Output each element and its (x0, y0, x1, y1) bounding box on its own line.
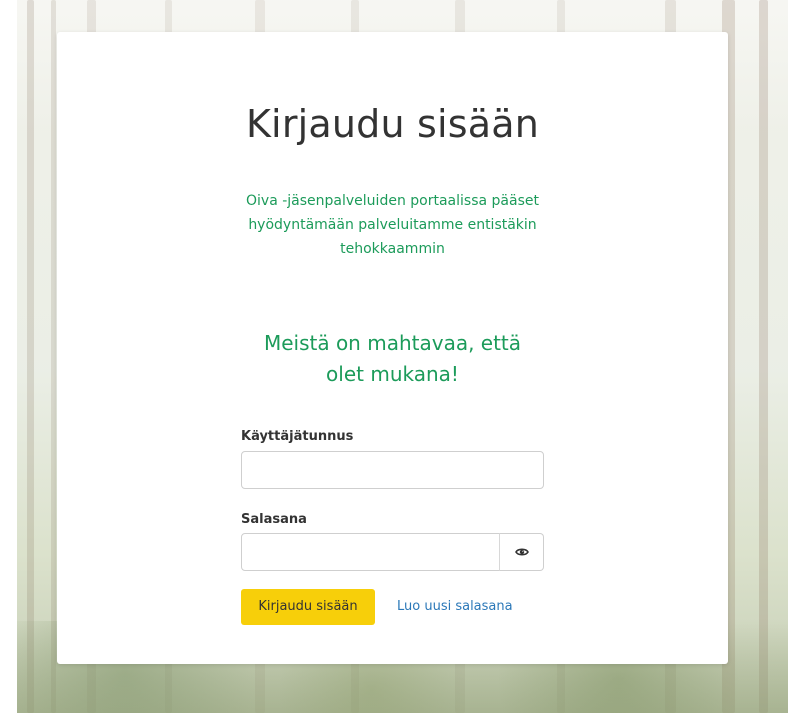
eye-icon (514, 548, 529, 556)
login-card: Kirjaudu sisään Oiva -jäsenpalveluiden p… (57, 32, 728, 664)
reset-password-link[interactable]: Luo uusi salasana (397, 598, 513, 616)
page-title: Kirjaudu sisään (245, 102, 540, 147)
username-input[interactable] (241, 451, 544, 489)
password-label: Salasana (241, 512, 307, 527)
tree-trunk (51, 0, 56, 713)
show-password-button[interactable] (499, 533, 544, 571)
welcome-message: Meistä on mahtavaa, että olet mukana! (263, 331, 522, 386)
username-label: Käyttäjätunnus (241, 429, 354, 444)
password-input[interactable] (241, 533, 500, 571)
login-page: Kirjaudu sisään Oiva -jäsenpalveluiden p… (0, 0, 788, 713)
login-button[interactable]: Kirjaudu sisään (241, 589, 375, 625)
tree-trunk (759, 0, 768, 713)
portal-intro-text: Oiva -jäsenpalveluiden portaalissa pääse… (246, 193, 539, 257)
tree-trunk (27, 0, 34, 713)
